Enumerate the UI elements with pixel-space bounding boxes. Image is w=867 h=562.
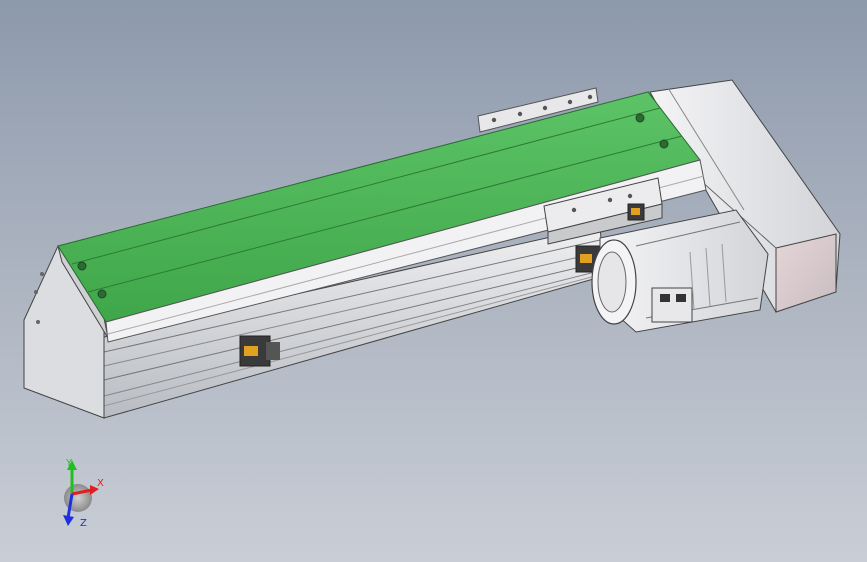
graphics-viewport[interactable]: Y X Z [0,0,867,562]
sensor-bracket-top [627,203,645,221]
z-axis-label: Z [80,518,87,529]
y-axis-label: Y [65,458,73,469]
z-axis-arrowhead [63,515,74,526]
cad-model-view[interactable]: Y X Z [0,0,867,562]
coordinate-triad: Y X Z [63,458,104,529]
x-axis-label: X [97,478,104,489]
